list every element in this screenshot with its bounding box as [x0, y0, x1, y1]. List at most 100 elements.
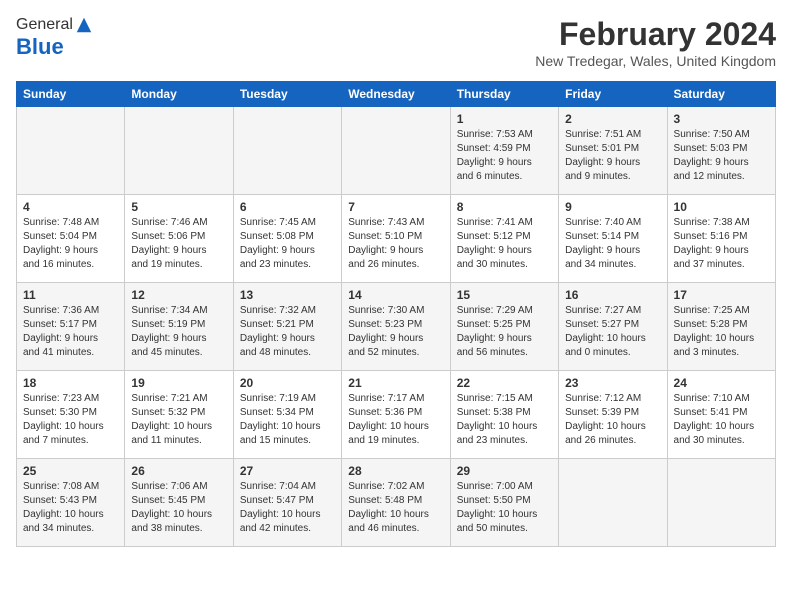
day-content: Sunrise: 7:32 AM Sunset: 5:21 PM Dayligh… [240, 304, 335, 360]
header-cell-saturday: Saturday [667, 82, 775, 107]
week-row-1: 4 Sunrise: 7:48 AM Sunset: 5:04 PM Daylig… [17, 195, 776, 283]
day-number: 18 [23, 376, 118, 390]
day-number: 29 [457, 464, 552, 478]
calendar-cell: 3 Sunrise: 7:50 AM Sunset: 5:03 PM Daylig… [667, 107, 775, 195]
day-content: Sunrise: 7:50 AM Sunset: 5:03 PM Dayligh… [674, 128, 769, 184]
calendar-cell: 14 Sunrise: 7:30 AM Sunset: 5:23 PM Dayli… [342, 283, 450, 371]
day-number: 11 [23, 288, 118, 302]
day-number: 19 [131, 376, 226, 390]
logo-general-text: General [16, 16, 73, 34]
week-row-2: 11 Sunrise: 7:36 AM Sunset: 5:17 PM Dayli… [17, 283, 776, 371]
day-content: Sunrise: 7:08 AM Sunset: 5:43 PM Dayligh… [23, 480, 118, 536]
day-content: Sunrise: 7:00 AM Sunset: 5:50 PM Dayligh… [457, 480, 552, 536]
calendar-cell: 5Sunrise: 7:46 AM Sunset: 5:06 PM Daylig… [125, 195, 233, 283]
calendar-cell: 18 Sunrise: 7:23 AM Sunset: 5:30 PM Dayli… [17, 371, 125, 459]
day-number: 22 [457, 376, 552, 390]
day-content: Sunrise: 7:19 AM Sunset: 5:34 PM Dayligh… [240, 392, 335, 448]
header-cell-tuesday: Tuesday [233, 82, 341, 107]
day-content: Sunrise: 7:12 AM Sunset: 5:39 PM Dayligh… [565, 392, 660, 448]
day-number: 3 [674, 112, 769, 126]
day-number: 26 [131, 464, 226, 478]
day-number: 15 [457, 288, 552, 302]
calendar-cell: 2Sunrise: 7:51 AM Sunset: 5:01 PM Daylig… [559, 107, 667, 195]
day-content: Sunrise: 7:27 AM Sunset: 5:27 PM Dayligh… [565, 304, 660, 360]
calendar-cell [17, 107, 125, 195]
day-content: Sunrise: 7:43 AM Sunset: 5:10 PM Dayligh… [348, 216, 443, 272]
calendar-cell: 1Sunrise: 7:53 AM Sunset: 4:59 PM Daylig… [450, 107, 558, 195]
week-row-0: 1Sunrise: 7:53 AM Sunset: 4:59 PM Daylig… [17, 107, 776, 195]
calendar-cell [233, 107, 341, 195]
calendar-cell: 4 Sunrise: 7:48 AM Sunset: 5:04 PM Daylig… [17, 195, 125, 283]
day-number: 20 [240, 376, 335, 390]
day-number: 17 [674, 288, 769, 302]
day-content: Sunrise: 7:25 AM Sunset: 5:28 PM Dayligh… [674, 304, 769, 360]
day-content: Sunrise: 7:53 AM Sunset: 4:59 PM Dayligh… [457, 128, 552, 184]
page-header: General Blue February 2024 New Tredegar,… [16, 16, 776, 69]
day-number: 25 [23, 464, 118, 478]
calendar-cell: 16 Sunrise: 7:27 AM Sunset: 5:27 PM Dayli… [559, 283, 667, 371]
calendar-cell: 12 Sunrise: 7:34 AM Sunset: 5:19 PM Dayli… [125, 283, 233, 371]
day-number: 4 [23, 200, 118, 214]
day-number: 14 [348, 288, 443, 302]
header-cell-wednesday: Wednesday [342, 82, 450, 107]
calendar-cell [125, 107, 233, 195]
month-title: February 2024 [535, 16, 776, 53]
title-block: February 2024 New Tredegar, Wales, Unite… [535, 16, 776, 69]
day-content: Sunrise: 7:36 AM Sunset: 5:17 PM Dayligh… [23, 304, 118, 360]
calendar-cell: 28Sunrise: 7:02 AM Sunset: 5:48 PM Dayli… [342, 459, 450, 547]
calendar-cell: 24 Sunrise: 7:10 AM Sunset: 5:41 PM Dayli… [667, 371, 775, 459]
calendar-cell: 20 Sunrise: 7:19 AM Sunset: 5:34 PM Dayli… [233, 371, 341, 459]
day-content: Sunrise: 7:21 AM Sunset: 5:32 PM Dayligh… [131, 392, 226, 448]
calendar-cell: 10 Sunrise: 7:38 AM Sunset: 5:16 PM Dayli… [667, 195, 775, 283]
day-number: 13 [240, 288, 335, 302]
calendar-cell: 11 Sunrise: 7:36 AM Sunset: 5:17 PM Dayli… [17, 283, 125, 371]
calendar-cell: 13 Sunrise: 7:32 AM Sunset: 5:21 PM Dayli… [233, 283, 341, 371]
week-row-3: 18 Sunrise: 7:23 AM Sunset: 5:30 PM Dayli… [17, 371, 776, 459]
day-content: Sunrise: 7:06 AM Sunset: 5:45 PM Dayligh… [131, 480, 226, 536]
day-number: 5 [131, 200, 226, 214]
day-number: 21 [348, 376, 443, 390]
day-content: Sunrise: 7:48 AM Sunset: 5:04 PM Dayligh… [23, 216, 118, 272]
calendar-cell: 9Sunrise: 7:40 AM Sunset: 5:14 PM Daylig… [559, 195, 667, 283]
header-cell-sunday: Sunday [17, 82, 125, 107]
day-number: 24 [674, 376, 769, 390]
calendar-cell: 27 Sunrise: 7:04 AM Sunset: 5:47 PM Dayli… [233, 459, 341, 547]
day-number: 12 [131, 288, 226, 302]
day-number: 28 [348, 464, 443, 478]
day-content: Sunrise: 7:38 AM Sunset: 5:16 PM Dayligh… [674, 216, 769, 272]
calendar-cell: 26 Sunrise: 7:06 AM Sunset: 5:45 PM Dayli… [125, 459, 233, 547]
calendar-cell: 8Sunrise: 7:41 AM Sunset: 5:12 PM Daylig… [450, 195, 558, 283]
day-number: 27 [240, 464, 335, 478]
calendar-cell: 7 Sunrise: 7:43 AM Sunset: 5:10 PM Daylig… [342, 195, 450, 283]
day-content: Sunrise: 7:17 AM Sunset: 5:36 PM Dayligh… [348, 392, 443, 448]
day-number: 7 [348, 200, 443, 214]
calendar-cell [667, 459, 775, 547]
header-cell-monday: Monday [125, 82, 233, 107]
logo-blue-text: Blue [16, 34, 93, 60]
header-cell-thursday: Thursday [450, 82, 558, 107]
calendar-cell [342, 107, 450, 195]
calendar-cell: 17 Sunrise: 7:25 AM Sunset: 5:28 PM Dayli… [667, 283, 775, 371]
calendar-cell: 19 Sunrise: 7:21 AM Sunset: 5:32 PM Dayli… [125, 371, 233, 459]
day-content: Sunrise: 7:23 AM Sunset: 5:30 PM Dayligh… [23, 392, 118, 448]
calendar-cell: 15Sunrise: 7:29 AM Sunset: 5:25 PM Dayli… [450, 283, 558, 371]
calendar-cell: 29 Sunrise: 7:00 AM Sunset: 5:50 PM Dayli… [450, 459, 558, 547]
header-cell-friday: Friday [559, 82, 667, 107]
day-content: Sunrise: 7:41 AM Sunset: 5:12 PM Dayligh… [457, 216, 552, 272]
day-number: 16 [565, 288, 660, 302]
day-number: 9 [565, 200, 660, 214]
calendar-cell: 21 Sunrise: 7:17 AM Sunset: 5:36 PM Dayli… [342, 371, 450, 459]
day-content: Sunrise: 7:34 AM Sunset: 5:19 PM Dayligh… [131, 304, 226, 360]
day-number: 6 [240, 200, 335, 214]
calendar-cell [559, 459, 667, 547]
day-number: 10 [674, 200, 769, 214]
day-content: Sunrise: 7:10 AM Sunset: 5:41 PM Dayligh… [674, 392, 769, 448]
logo-icon [75, 16, 93, 34]
week-row-4: 25 Sunrise: 7:08 AM Sunset: 5:43 PM Dayli… [17, 459, 776, 547]
location-text: New Tredegar, Wales, United Kingdom [535, 53, 776, 69]
calendar-header: SundayMondayTuesdayWednesdayThursdayFrid… [17, 82, 776, 107]
day-content: Sunrise: 7:15 AM Sunset: 5:38 PM Dayligh… [457, 392, 552, 448]
day-content: Sunrise: 7:30 AM Sunset: 5:23 PM Dayligh… [348, 304, 443, 360]
day-content: Sunrise: 7:04 AM Sunset: 5:47 PM Dayligh… [240, 480, 335, 536]
calendar-cell: 6Sunrise: 7:45 AM Sunset: 5:08 PM Daylig… [233, 195, 341, 283]
